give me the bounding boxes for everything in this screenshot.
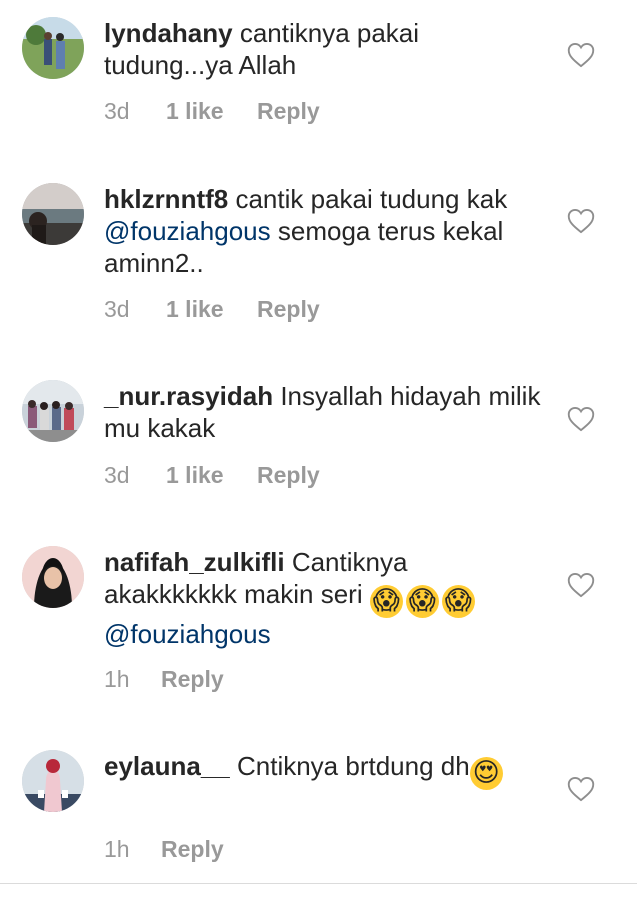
heart-outline-icon[interactable] bbox=[567, 572, 595, 598]
comment-text: nafifah_zulkifli Cantiknya akakkkkkkk ma… bbox=[104, 546, 544, 650]
comment-time: 3d bbox=[104, 98, 130, 124]
comment-time: 1h bbox=[104, 836, 130, 862]
comment-item: nafifah_zulkifli Cantiknya akakkkkkkk ma… bbox=[0, 530, 637, 730]
comment-message: Cntiknya brtdung dh bbox=[236, 751, 470, 781]
comment-likes[interactable]: 1 like bbox=[166, 462, 257, 489]
comment-meta: 3d 1 like Reply bbox=[104, 296, 320, 323]
avatar[interactable] bbox=[22, 183, 84, 245]
comment-username[interactable]: _nur.rasyidah bbox=[104, 381, 273, 411]
comment-text: _nur.rasyidah Insyallah hidayah milik mu… bbox=[104, 380, 544, 444]
screaming-face-emoji: 😱 bbox=[369, 585, 403, 618]
screaming-face-emoji: 😱 bbox=[405, 585, 439, 618]
heart-outline-icon[interactable] bbox=[567, 776, 595, 802]
avatar-photo bbox=[22, 750, 84, 812]
comment-text: eylauna__ Cntiknya brtdung dh 😍 bbox=[104, 750, 544, 790]
avatar[interactable] bbox=[22, 17, 84, 79]
reply-button[interactable]: Reply bbox=[161, 836, 224, 863]
comment-likes[interactable]: 1 like bbox=[166, 98, 257, 125]
reply-button[interactable]: Reply bbox=[161, 666, 224, 693]
comment-likes[interactable]: 1 like bbox=[166, 296, 257, 323]
comment-item: eylauna__ Cntiknya brtdung dh 😍 1h Reply bbox=[0, 730, 637, 880]
avatar[interactable] bbox=[22, 380, 84, 442]
heart-outline-icon[interactable] bbox=[567, 208, 595, 234]
comment-meta: 3d 1 like Reply bbox=[104, 98, 320, 125]
comment-username[interactable]: nafifah_zulkifli bbox=[104, 547, 285, 577]
comment-meta: 1h Reply bbox=[104, 666, 224, 693]
avatar-photo bbox=[22, 380, 84, 442]
comment-item: lyndahany cantiknya pakai tudung...ya Al… bbox=[0, 0, 637, 160]
comment-message: cantik pakai tudung kak bbox=[235, 184, 508, 214]
screaming-face-emoji: 😱 bbox=[441, 585, 475, 618]
avatar-photo bbox=[22, 546, 84, 608]
comment-username[interactable]: lyndahany bbox=[104, 18, 233, 48]
comment-time: 3d bbox=[104, 296, 130, 322]
avatar[interactable] bbox=[22, 750, 84, 812]
avatar-photo bbox=[22, 17, 84, 79]
comment-item: _nur.rasyidah Insyallah hidayah milik mu… bbox=[0, 360, 637, 530]
comment-meta: 3d 1 like Reply bbox=[104, 462, 320, 489]
reply-button[interactable]: Reply bbox=[257, 98, 320, 125]
comment-meta: 1h Reply bbox=[104, 836, 224, 863]
comment-text: hklzrnntf8 cantik pakai tudung kak @fouz… bbox=[104, 183, 544, 279]
comment-time: 3d bbox=[104, 462, 130, 488]
comment-item: hklzrnntf8 cantik pakai tudung kak @fouz… bbox=[0, 160, 637, 360]
mention-link[interactable]: @fouziahgous bbox=[104, 216, 271, 246]
reply-button[interactable]: Reply bbox=[257, 296, 320, 323]
comment-time: 1h bbox=[104, 666, 130, 692]
comment-username[interactable]: eylauna__ bbox=[104, 751, 230, 781]
heart-outline-icon[interactable] bbox=[567, 406, 595, 432]
avatar[interactable] bbox=[22, 546, 84, 608]
heart-outline-icon[interactable] bbox=[567, 42, 595, 68]
comment-text: lyndahany cantiknya pakai tudung...ya Al… bbox=[104, 17, 544, 81]
mention-link[interactable]: @fouziahgous bbox=[104, 619, 271, 649]
divider bbox=[0, 883, 637, 884]
avatar-photo bbox=[22, 183, 84, 245]
heart-eyes-emoji: 😍 bbox=[469, 757, 503, 790]
comment-username[interactable]: hklzrnntf8 bbox=[104, 184, 228, 214]
reply-button[interactable]: Reply bbox=[257, 462, 320, 489]
